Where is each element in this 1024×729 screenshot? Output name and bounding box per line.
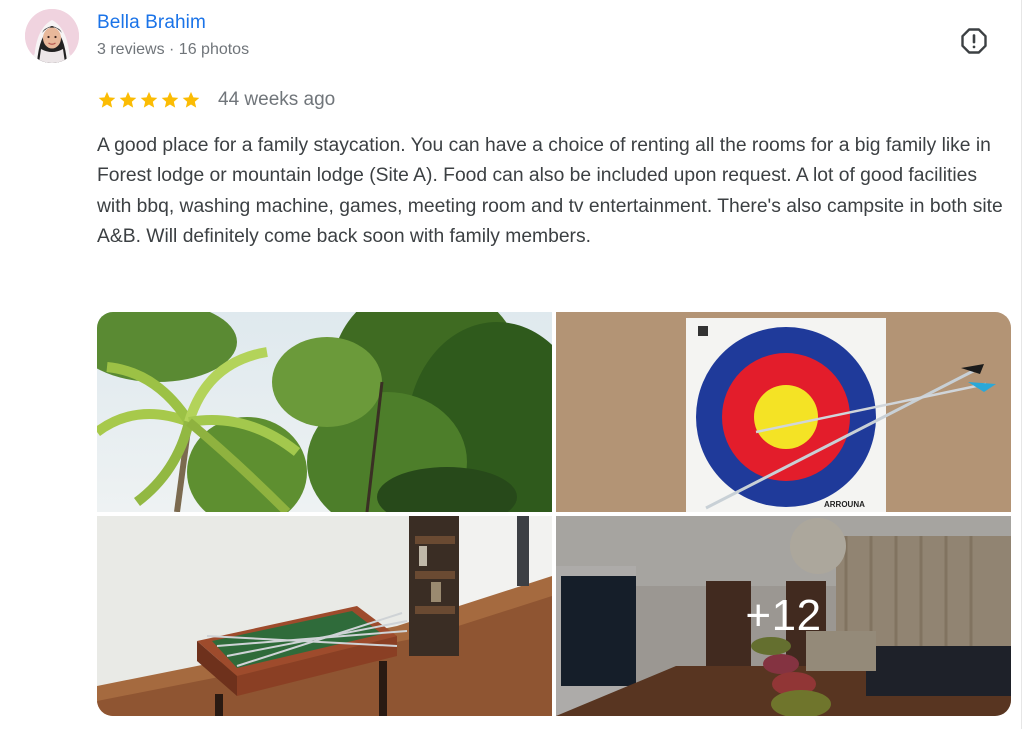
foosball-image: [97, 516, 552, 716]
archery-target-image: ARROUNA: [556, 312, 1011, 512]
reviewer-meta: 3 reviews · 16 photos: [97, 41, 250, 58]
divider: [1021, 0, 1022, 729]
star-icon: [161, 91, 179, 108]
photo-more[interactable]: +12: [556, 516, 1011, 716]
review-card: Bella Brahim 3 reviews · 16 photos 44 we…: [0, 0, 1024, 729]
review-text: A good place for a family staycation. Yo…: [97, 135, 1003, 247]
avatar-image: [25, 9, 79, 63]
reviewer-avatar[interactable]: [25, 9, 79, 63]
review-date: 44 weeks ago: [218, 89, 336, 110]
star-icon: [98, 91, 116, 108]
photo-foosball[interactable]: [97, 516, 552, 716]
rating-row: 44 weeks ago: [97, 88, 335, 112]
photo-archery-target[interactable]: ARROUNA: [556, 312, 1011, 512]
photo-grid: ARROUNA +12: [97, 312, 1011, 716]
star-rating: [97, 90, 201, 110]
photo-trees[interactable]: [97, 312, 552, 512]
trees-image: [97, 312, 552, 512]
star-icon: [182, 91, 200, 108]
report-review-button[interactable]: [959, 26, 989, 56]
more-photos-count: +12: [745, 591, 822, 640]
star-icon: [119, 91, 137, 108]
star-icon: [140, 91, 158, 108]
report-flag-icon: [961, 28, 987, 54]
target-brand-label: ARROUNA: [824, 500, 865, 509]
reviewer-name[interactable]: Bella Brahim: [97, 12, 206, 34]
